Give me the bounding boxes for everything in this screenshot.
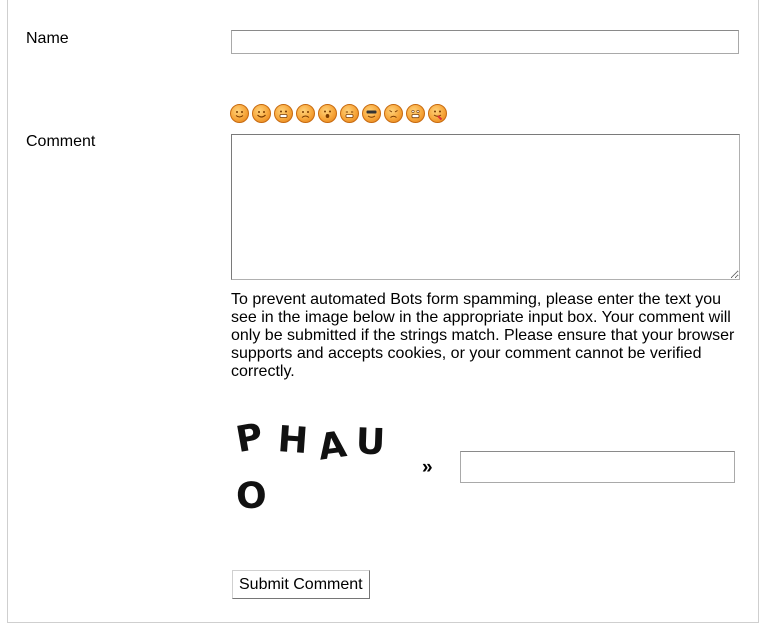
captcha-char: U — [355, 421, 386, 463]
captcha-input[interactable] — [460, 451, 735, 483]
captcha-char: P — [233, 416, 266, 461]
captcha-image: P H A U O — [233, 416, 386, 518]
sad-icon[interactable] — [296, 104, 315, 123]
submit-comment-button[interactable]: Submit Comment — [232, 570, 370, 599]
captcha-char: O — [235, 475, 268, 518]
grin-icon[interactable] — [274, 104, 293, 123]
spam-notice: To prevent automated Bots form spamming,… — [231, 291, 735, 380]
angry-icon[interactable] — [384, 104, 403, 123]
smiley-toolbar — [230, 104, 447, 126]
name-input[interactable] — [231, 30, 739, 54]
comment-textarea[interactable] — [231, 134, 740, 280]
happy-icon[interactable] — [252, 104, 271, 123]
smile-icon[interactable] — [230, 104, 249, 123]
surprised-icon[interactable] — [318, 104, 337, 123]
wink-icon[interactable] — [340, 104, 359, 123]
tongue-icon[interactable] — [428, 104, 447, 123]
name-label: Name — [26, 30, 69, 47]
captcha-char: H — [276, 419, 309, 462]
comment-label: Comment — [26, 133, 96, 150]
captcha-char: A — [316, 424, 349, 468]
shock-icon[interactable] — [406, 104, 425, 123]
captcha-arrow: » — [422, 457, 433, 478]
cool-icon[interactable] — [362, 104, 381, 123]
